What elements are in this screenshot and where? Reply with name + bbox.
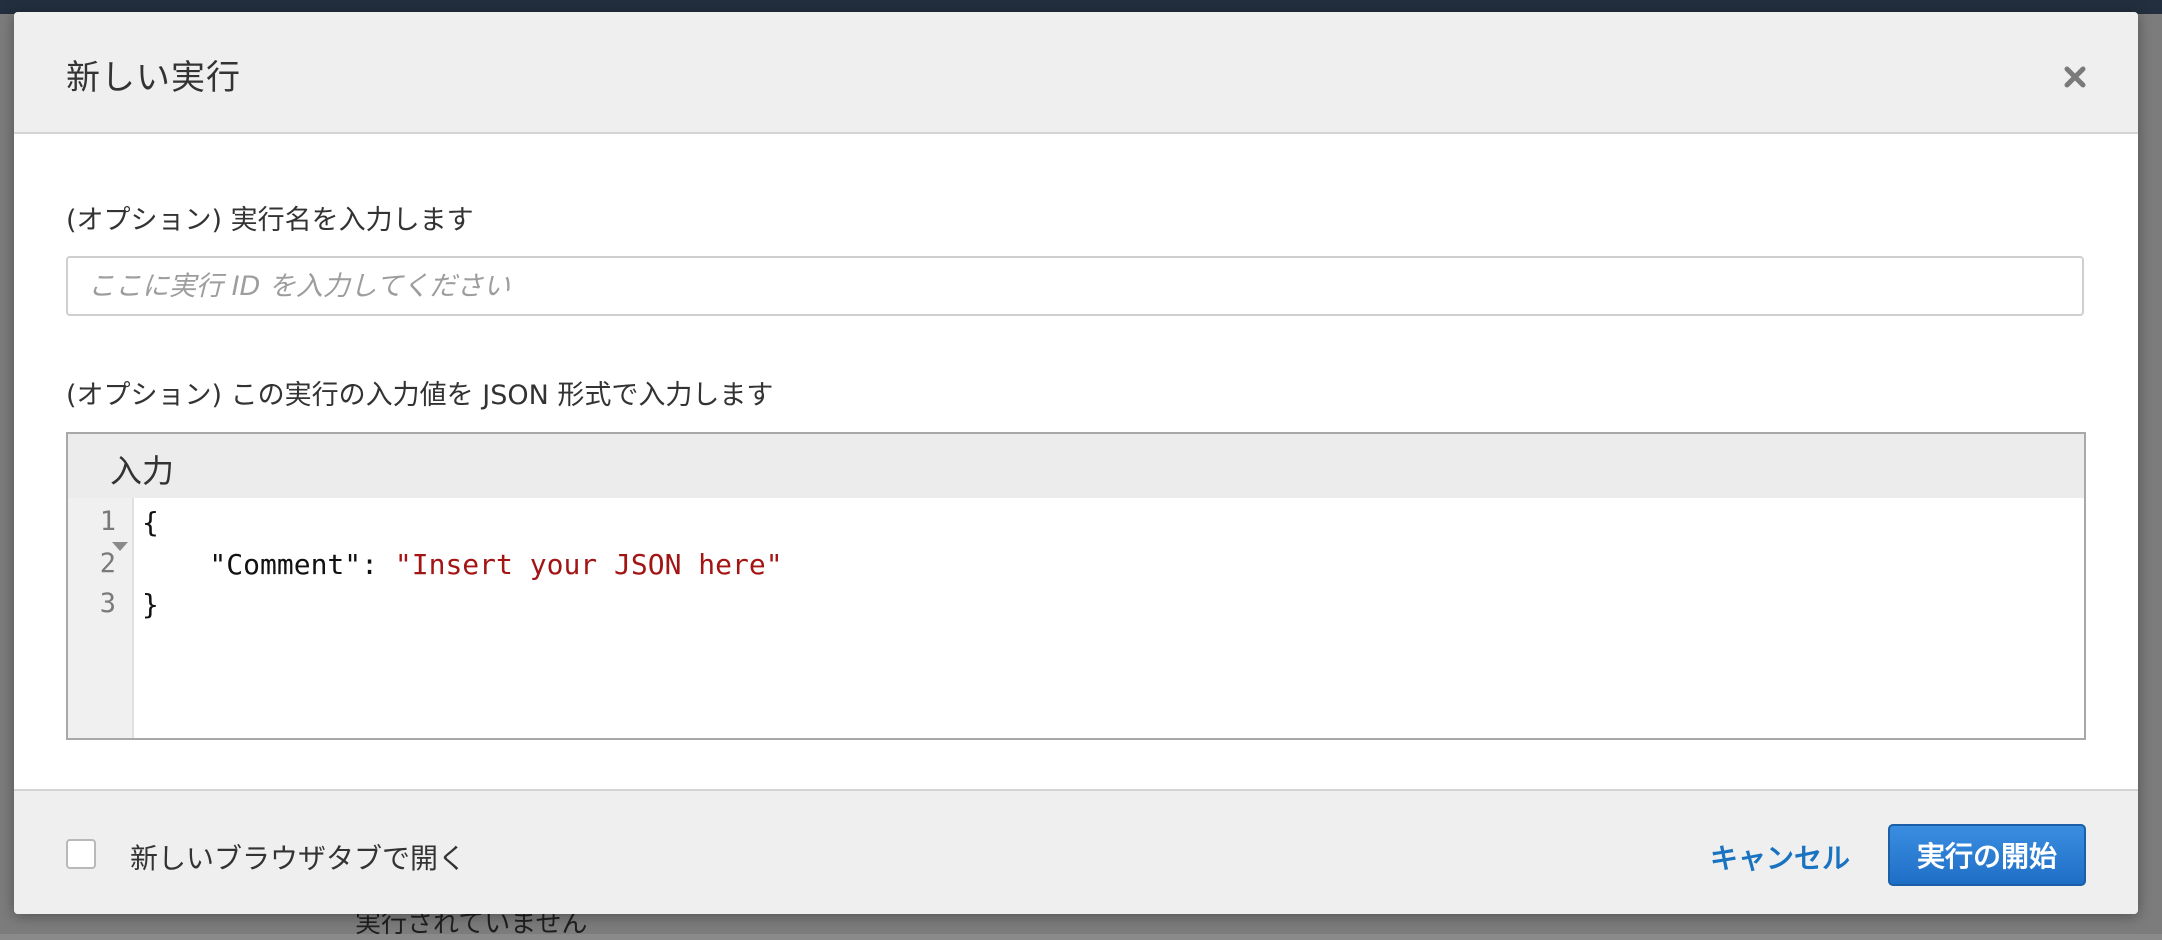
close-icon[interactable] <box>2060 62 2090 92</box>
dialog-header: 新しい実行 <box>14 12 2138 134</box>
execution-name-input[interactable] <box>66 256 2084 316</box>
line-number: 1 <box>99 506 116 537</box>
dialog-title: 新しい実行 <box>66 58 241 98</box>
code-line-2[interactable]: "Comment": "Insert your JSON here" <box>142 548 783 581</box>
code-line-1[interactable]: { <box>142 506 159 539</box>
json-editor[interactable]: 入力 1 2 3 { "Comment": "Insert your JSON … <box>66 432 2086 740</box>
open-new-tab-label[interactable]: 新しいブラウザタブで開く <box>130 837 466 877</box>
start-execution-button[interactable]: 実行の開始 <box>1888 824 2086 886</box>
code-line-3[interactable]: } <box>142 588 159 621</box>
json-key: "Comment": <box>142 548 395 581</box>
line-number: 2 <box>99 548 116 579</box>
editor-header: 入力 <box>68 434 2084 498</box>
new-execution-dialog: 新しい実行 (オプション) 実行名を入力します (オプション) この実行の入力値… <box>14 12 2138 914</box>
json-input-label: (オプション) この実行の入力値を JSON 形式で入力します <box>66 380 774 411</box>
json-string-value: "Insert your JSON here" <box>394 548 783 581</box>
editor-gutter: 1 2 3 <box>68 498 134 738</box>
dialog-footer: 新しいブラウザタブで開く キャンセル 実行の開始 <box>14 789 2138 914</box>
cancel-button[interactable]: キャンセル <box>1710 837 1850 877</box>
editor-title: 入力 <box>110 452 175 490</box>
line-number: 3 <box>99 588 116 619</box>
open-new-tab-checkbox[interactable] <box>66 839 96 869</box>
execution-name-label: (オプション) 実行名を入力します <box>66 205 474 236</box>
fold-arrow-icon[interactable] <box>112 542 128 551</box>
